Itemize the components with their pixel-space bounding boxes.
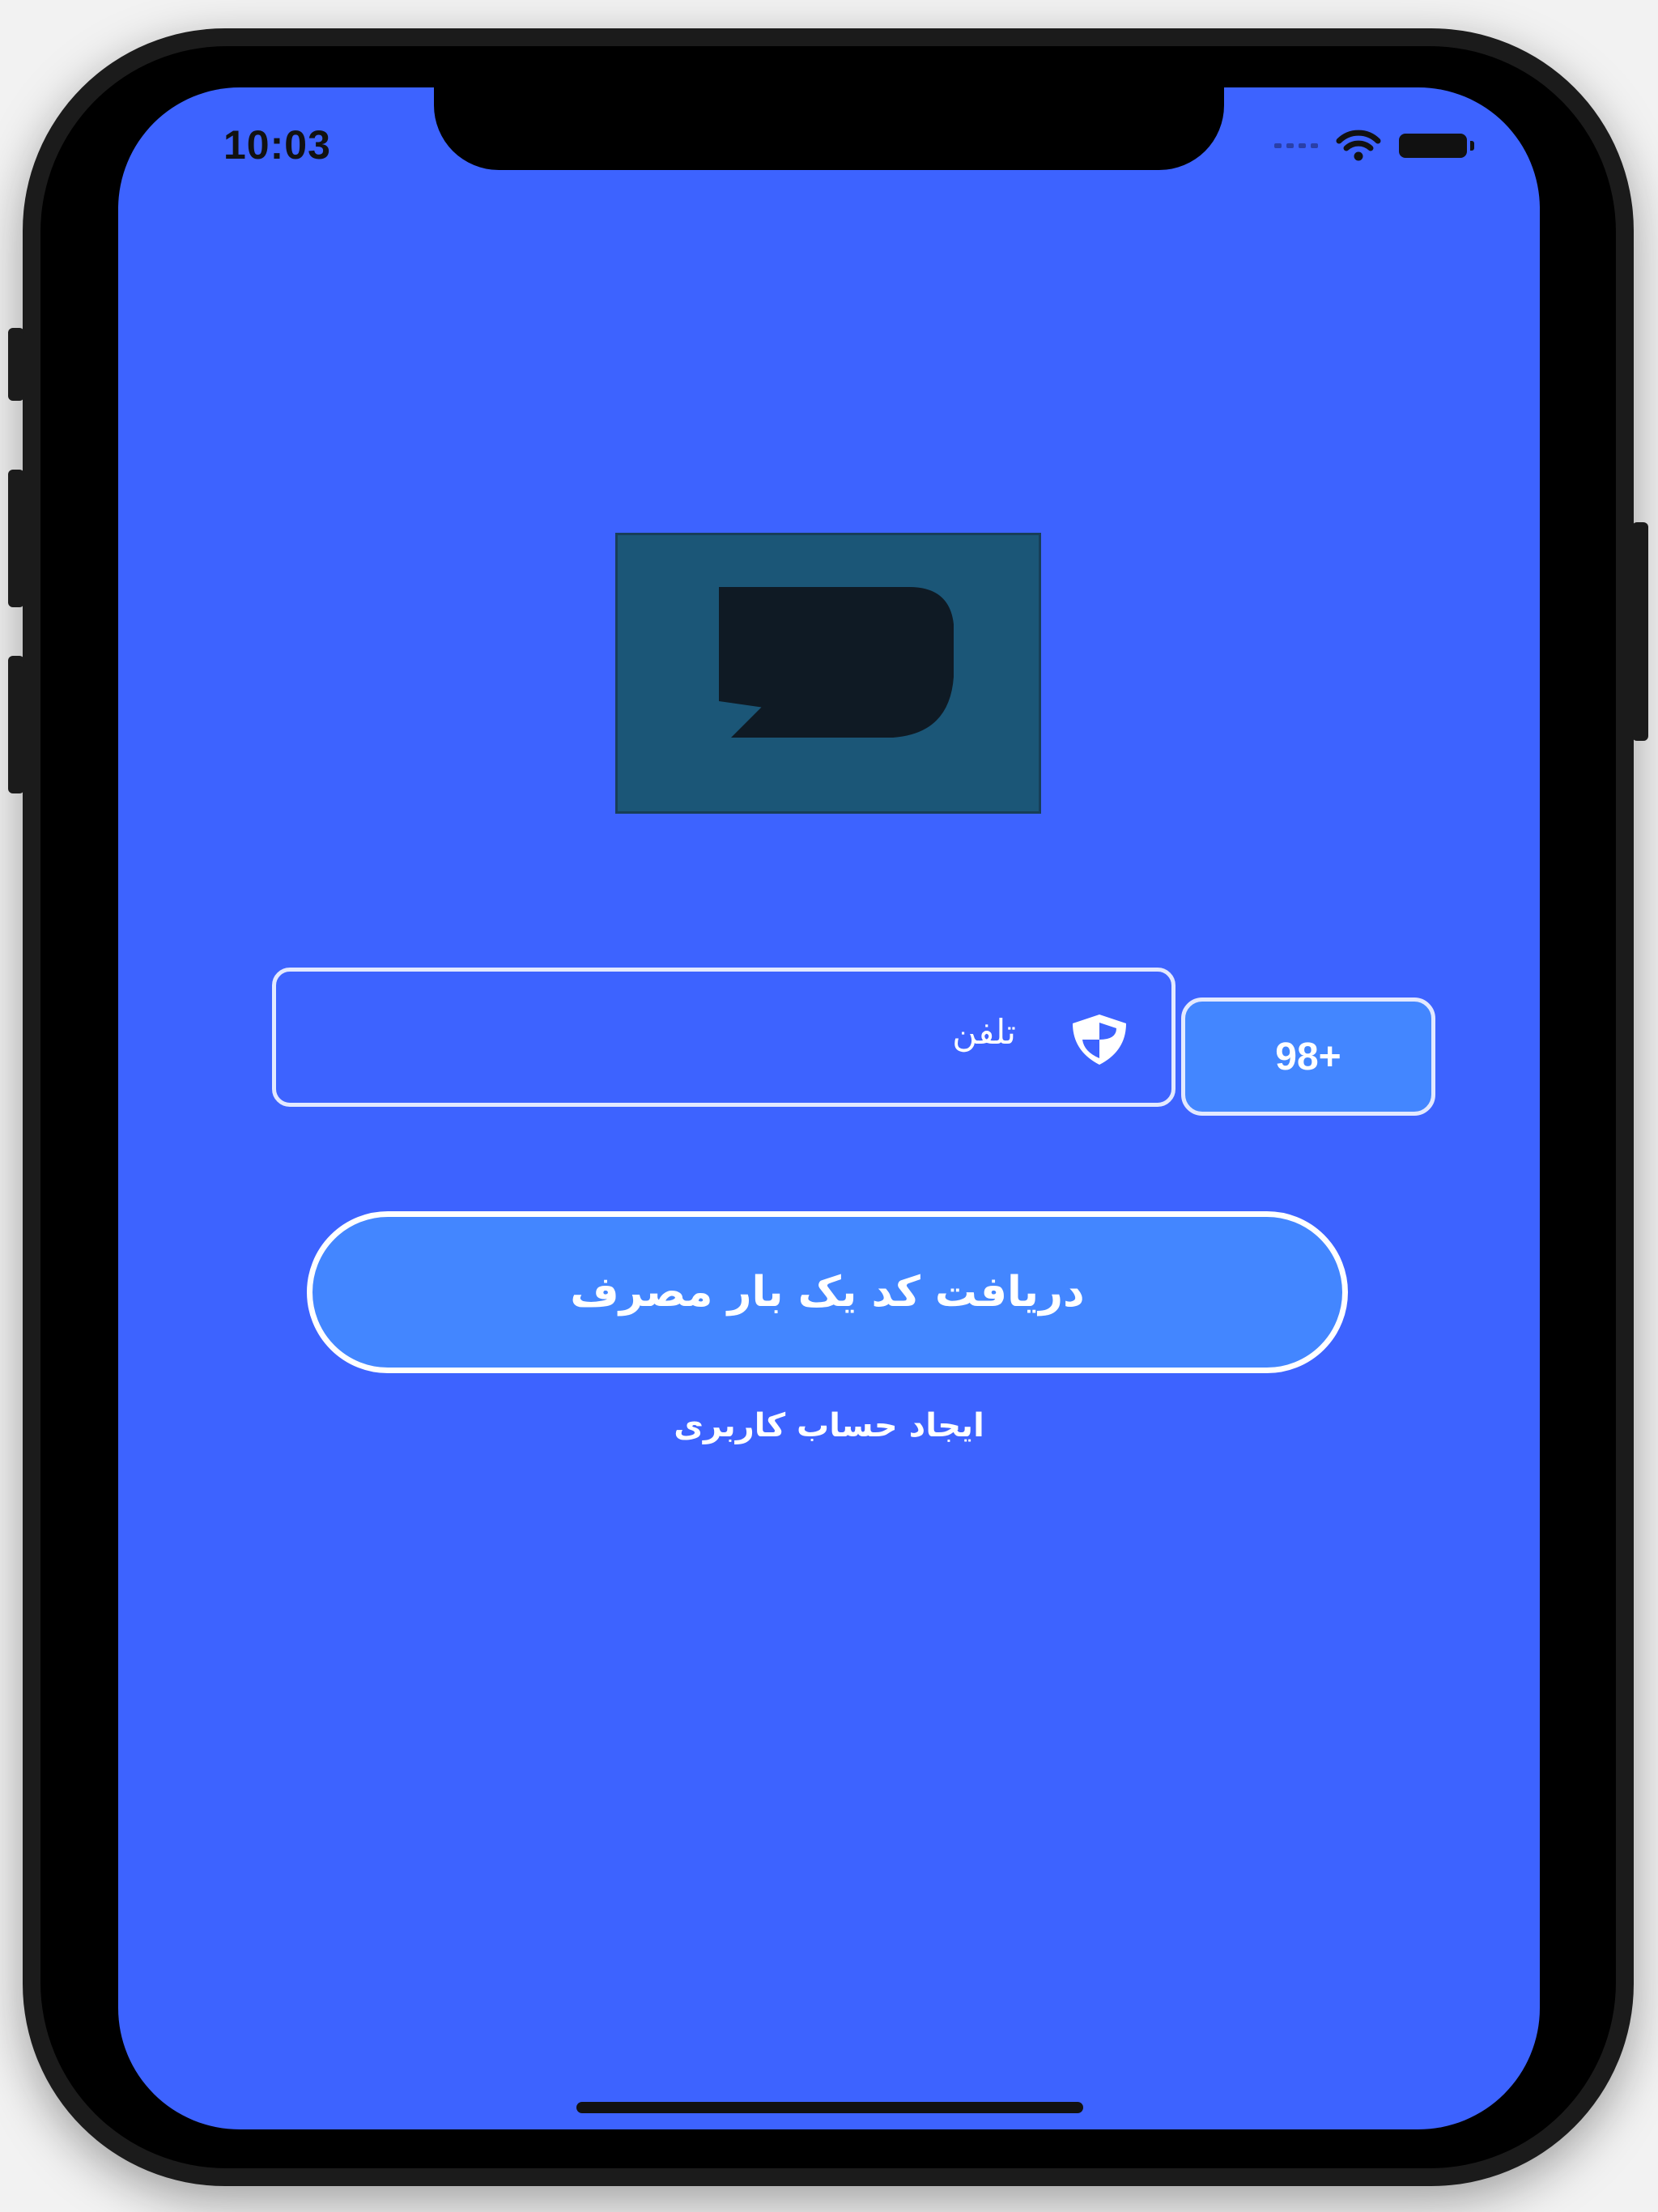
battery-icon: [1399, 134, 1474, 158]
app-logo: [615, 533, 1041, 814]
logo-mark-icon: [719, 587, 954, 738]
status-icons: [1274, 130, 1474, 162]
get-otp-button[interactable]: دریافت کد یک بار مصرف: [307, 1211, 1348, 1373]
silent-switch: [8, 328, 24, 401]
volume-down-button: [8, 656, 24, 793]
volume-up-button: [8, 470, 24, 607]
phone-input[interactable]: تلفن: [272, 968, 1175, 1107]
create-account-link[interactable]: ایجاد حساب کاربری: [118, 1407, 1540, 1444]
shield-icon: [1073, 1015, 1126, 1065]
home-indicator[interactable]: [576, 2102, 1083, 2113]
wifi-icon: [1336, 130, 1381, 161]
notch: [434, 87, 1224, 170]
status-time: 10:03: [223, 122, 331, 168]
country-code-button[interactable]: 98+: [1181, 998, 1435, 1116]
app-screen: 10:03 تلفن 98+ دریافت کد یک بار مصرف ایج…: [118, 87, 1540, 2129]
power-button: [1632, 522, 1648, 741]
phone-placeholder: تلفن: [952, 1012, 1016, 1052]
cellular-signal-icon: [1274, 143, 1318, 148]
